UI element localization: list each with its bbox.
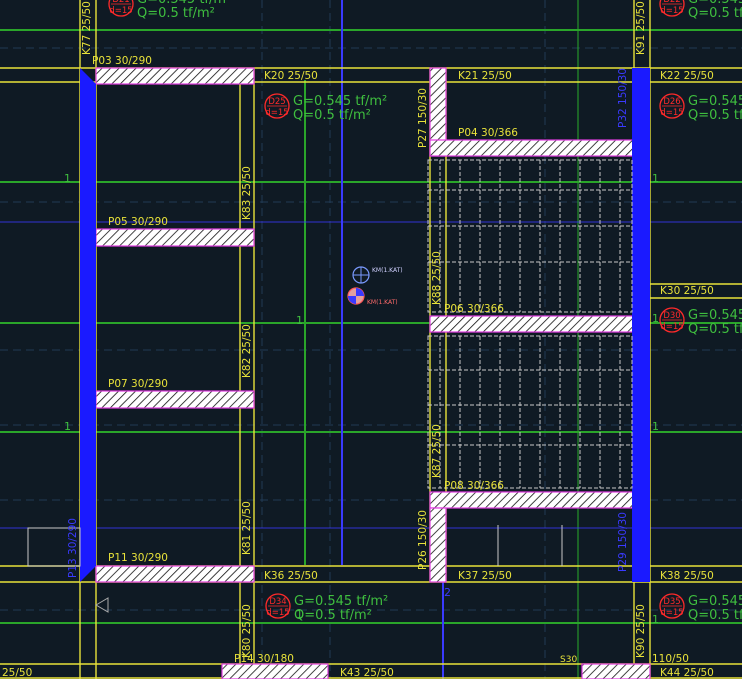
panel-label-p05: P05 30/290	[108, 216, 168, 228]
slab-dead-load: G=0.545 tf/m²	[688, 594, 742, 609]
beam-label-k38: K38 25/50	[660, 570, 714, 582]
slab-id: D25	[268, 97, 285, 107]
slab-thickness: d=15	[660, 608, 683, 618]
slab-live-load: Q=0.5 tf/m²	[137, 6, 215, 21]
slab-dead-load: G=0.545 tf/m²	[294, 594, 388, 609]
beam-label-k43: K43 25/50	[340, 667, 394, 679]
axis-mark-1: 1	[64, 172, 71, 185]
beam-label-k30: K30 25/50	[660, 285, 714, 297]
slab-thickness: d=15	[660, 322, 683, 332]
slab-live-load: Q=0.5 tf/m²	[688, 108, 742, 123]
axis-mark-5: 1	[652, 172, 659, 185]
beam-label-k88: K88 25/50	[431, 251, 443, 305]
slab-thickness: d=15	[265, 108, 288, 118]
beam-label-k83: K83 25/50	[241, 166, 253, 220]
floor-plan-drawing[interactable]: KM(1.KAT) KM(1.KAT) K20 25/50 K21 25/50 …	[0, 0, 742, 679]
beam-label-k77: K77 25/50	[81, 1, 93, 55]
beam-label-k90: K90 25/50	[635, 604, 647, 658]
slab-id: D21	[112, 0, 129, 5]
slab-live-load: Q=0.5 tf/m²	[293, 108, 371, 123]
beam-label-left-bottom: 25/50	[2, 667, 32, 679]
beam-labels: K20 25/50 K21 25/50 K22 25/50 K30 25/50 …	[2, 70, 714, 679]
beam-label-k81: K81 25/50	[241, 501, 253, 555]
slab-dead-load: G=0.545 tf/m²	[688, 308, 742, 323]
slab-tag-d26[interactable]: D26d=15 G=0.545 tf/m²Q=0.5 tf/m²	[659, 93, 742, 123]
panel-label-p06: P06 30/366	[444, 303, 504, 315]
beam-label-right-bottom: 110/50	[652, 653, 689, 665]
column-label-p29: P29 150/30	[617, 512, 629, 572]
cad-viewport[interactable]: KM(1.KAT) KM(1.KAT) K20 25/50 K21 25/50 …	[0, 0, 742, 679]
slab-tag-d34[interactable]: D34d=15 G=0.545 tf/m²Q=0.5 tf/m²	[265, 593, 388, 623]
axis-mark-8: 1	[652, 613, 659, 626]
beam-label-k91: K91 25/50	[635, 1, 647, 55]
beam-label-k80: K80 25/50	[241, 604, 253, 658]
axis-mark-2: 1	[64, 420, 71, 433]
slab-dead-load: G=0.545 tf/m²	[688, 94, 742, 109]
slab-live-load: Q=0.5 tf/m²	[294, 608, 372, 623]
column-label-p32: P32 150/30	[617, 68, 629, 128]
panel-label-p07: P07 30/290	[108, 378, 168, 390]
slab-thickness: d=15	[109, 6, 132, 16]
panel-label-p11: P11 30/290	[108, 552, 168, 564]
panel-label-p14: P14 30/180	[234, 653, 294, 665]
beam-label-k87: K87 25/50	[431, 424, 443, 478]
slab-tag-d21[interactable]: D21d=15G=0.545 tf/m²Q=0.5 tf/m²	[108, 0, 231, 21]
slab-thickness: d=15	[266, 608, 289, 618]
slab-tag-d30[interactable]: D30d=15 G=0.545 tf/m²Q=0.5 tf/m²	[659, 307, 742, 337]
beam-label-k82: K82 25/50	[241, 324, 253, 378]
slab-id: D30	[663, 311, 680, 321]
slab-live-load: Q=0.5 tf/m²	[688, 608, 742, 623]
km-label-1: KM(1.KAT)	[372, 267, 403, 274]
axis-mark-3: 1	[296, 314, 303, 327]
slab-live-load: Q=0.5 tf/m²	[688, 322, 742, 337]
axis-mark-n2: 2	[444, 586, 451, 599]
slab-id: D22	[663, 0, 680, 5]
slab-id: D26	[663, 97, 680, 107]
slab-id: D34	[269, 597, 286, 607]
beam-label-k21: K21 25/50	[458, 70, 512, 82]
slab-tag-d22[interactable]: D22d=15G=0.545 tf/m²Q=0.5 tf/m²	[659, 0, 742, 21]
panel-label-p08: P08 30/366	[444, 480, 504, 492]
slab-tag-d25[interactable]: D25d=15 G=0.545 tf/m²Q=0.5 tf/m²	[264, 93, 387, 123]
km-label-2: KM(1.KAT)	[367, 299, 398, 306]
km-marker-1[interactable]: KM(1.KAT)	[352, 266, 403, 284]
panel-label-p03: P03 30/290	[92, 55, 152, 67]
beam-label-k44: K44 25/50	[660, 667, 714, 679]
slab-live-load: Q=0.5 tf/m²	[688, 6, 742, 21]
slab-dead-load: G=0.545 tf/m²	[293, 94, 387, 109]
beam-label-k37: K37 25/50	[458, 570, 512, 582]
beam-label-k22: K22 25/50	[660, 70, 714, 82]
slab-thickness: d=15	[660, 108, 683, 118]
slab-id: D35	[663, 597, 680, 607]
axis-mark-s30: S30	[560, 655, 577, 665]
beam-label-k36: K36 25/50	[264, 570, 318, 582]
slab-thickness: d=15	[660, 6, 683, 16]
column-label-p27: P27 150/30	[417, 88, 429, 148]
panel-label-p04: P04 30/366	[458, 127, 518, 139]
slab-tag-d35[interactable]: D35d=15 G=0.545 tf/m²Q=0.5 tf/m²	[659, 593, 742, 623]
axis-mark-6: 1	[652, 420, 659, 433]
axis-mark-7: 1	[652, 312, 659, 325]
column-label-left-wall: P13 30/290	[67, 518, 79, 578]
km-marker-2[interactable]: KM(1.KAT)	[347, 287, 398, 306]
beam-label-k20: K20 25/50	[264, 70, 318, 82]
column-label-p26: P26 150/30	[417, 510, 429, 570]
